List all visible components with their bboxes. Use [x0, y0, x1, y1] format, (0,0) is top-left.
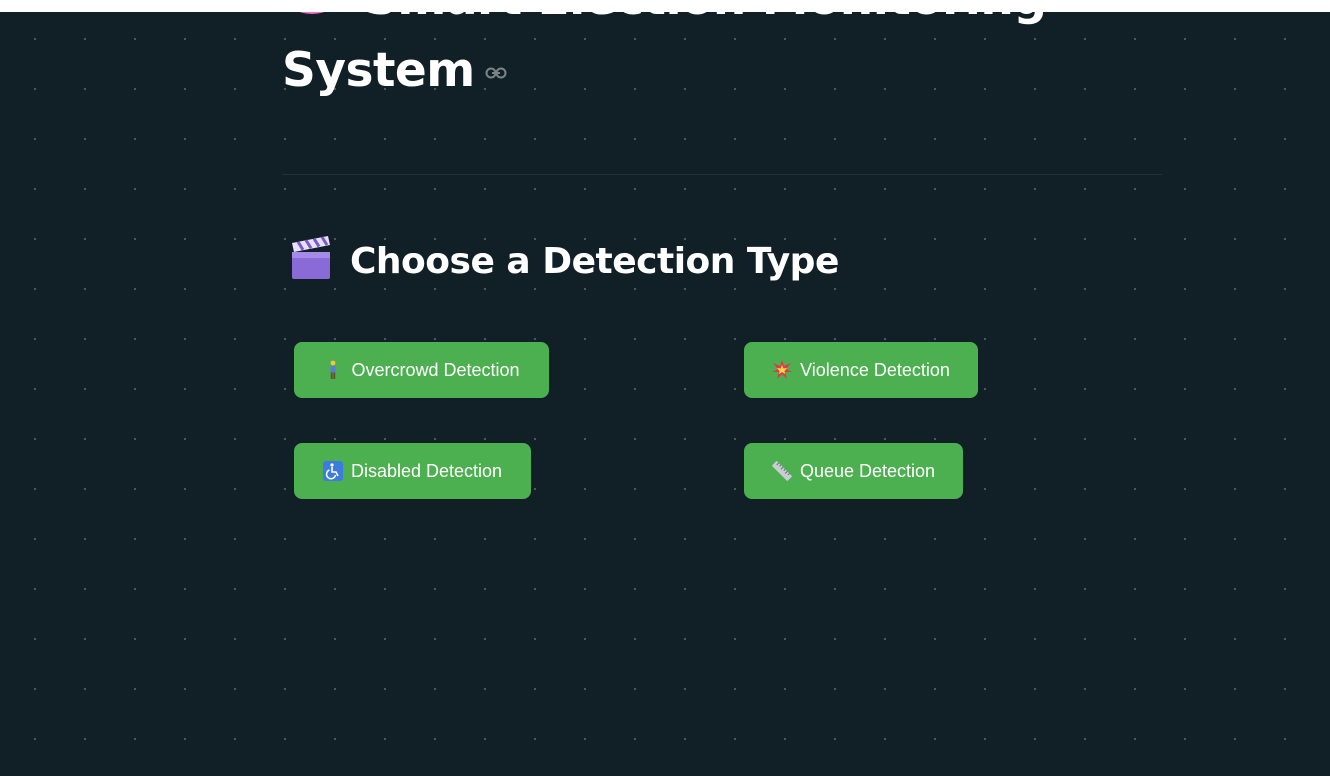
- ruler-icon: [772, 461, 792, 481]
- section-heading-text: Choose a Detection Type: [350, 241, 839, 282]
- section-heading: Choose a Detection Type: [290, 234, 839, 290]
- page-title-text: Smart Election Monitoring System: [282, 0, 1047, 98]
- collision-icon: [772, 360, 793, 379]
- violence-detection-button[interactable]: Violence Detection: [744, 342, 978, 398]
- main-content: Smart Election Monitoring System Choose …: [0, 0, 1330, 776]
- disabled-detection-button[interactable]: Disabled Detection: [294, 443, 531, 499]
- person-standing-icon: [330, 360, 336, 379]
- section-divider: [282, 174, 1162, 175]
- queue-detection-label: Queue Detection: [799, 460, 936, 481]
- overcrowd-detection-button[interactable]: Overcrowd Detection: [294, 342, 549, 398]
- overcrowd-detection-label: Overcrowd Detection: [351, 359, 520, 380]
- disabled-detection-label: Disabled Detection: [350, 460, 503, 481]
- link-icon[interactable]: [485, 32, 507, 98]
- clapper-board-icon: [292, 236, 330, 279]
- page-title: Smart Election Monitoring System: [282, 0, 1182, 104]
- wheelchair-icon: [322, 461, 343, 481]
- violence-detection-label: Violence Detection: [800, 359, 950, 380]
- browser-top-bar: [0, 0, 1330, 12]
- queue-detection-button[interactable]: Queue Detection: [744, 443, 963, 499]
